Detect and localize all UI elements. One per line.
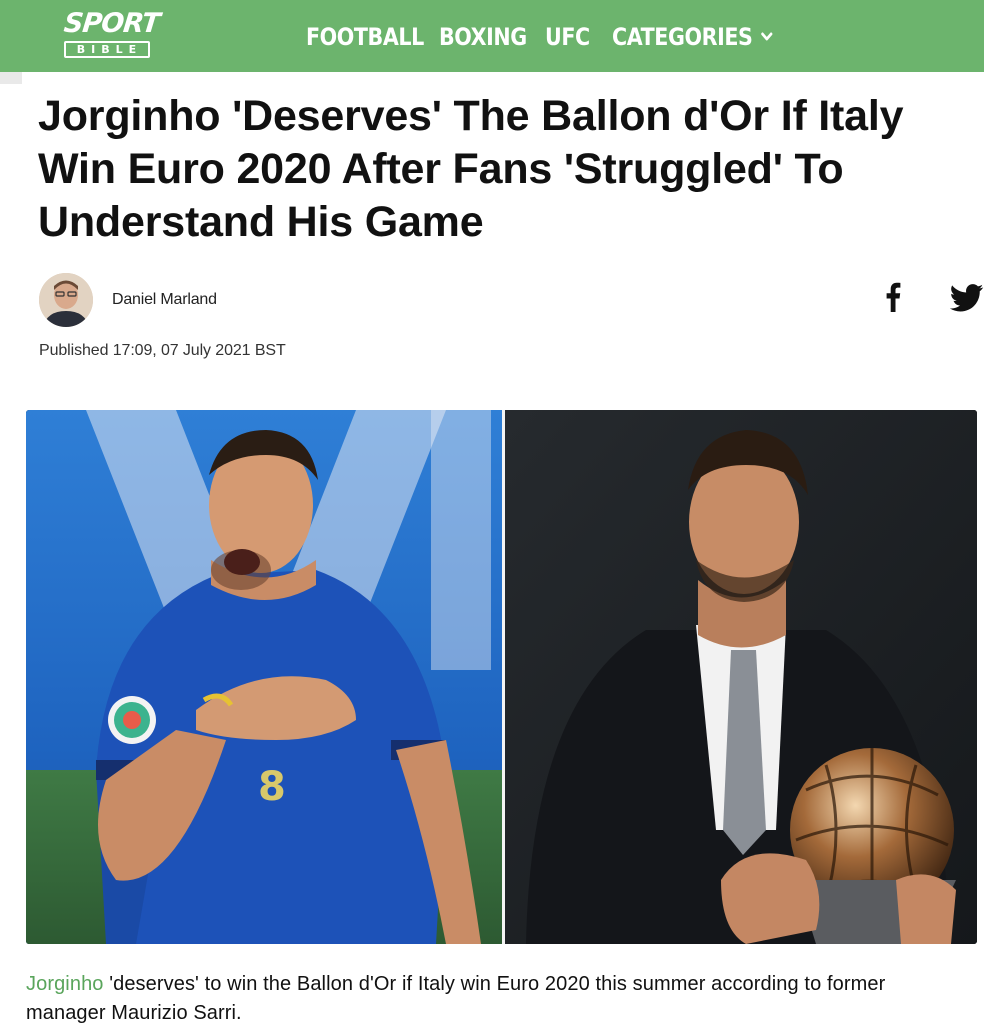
chevron-down-icon (761, 32, 773, 41)
published-date: Published 17:09, 07 July 2021 BST (39, 342, 286, 359)
nav-item-ufc[interactable]: UFC (545, 23, 590, 51)
article-hero-image[interactable]: 8 (26, 410, 977, 944)
left-photo-panel: 8 (26, 410, 502, 944)
nav-item-label: BOXING (439, 23, 527, 51)
logo-sport-text: SPORT (62, 8, 161, 39)
right-photo-panel (505, 410, 977, 944)
site-header: SPORT BIBLE FOOTBALL BOXING UFC CATEGORI… (0, 0, 984, 72)
logo-bible-text: BIBLE (64, 41, 150, 58)
article-headline: Jorginho 'Deserves' The Ballon d'Or If I… (38, 92, 904, 246)
nav-item-categories[interactable]: CATEGORIES (612, 23, 773, 51)
caption-text: 'deserves' to win the Ballon d'Or if Ita… (26, 973, 886, 1024)
header-divider (0, 72, 22, 84)
author-name[interactable]: Daniel Marland (112, 291, 217, 309)
svg-text:8: 8 (258, 764, 286, 810)
author-avatar[interactable] (39, 273, 93, 327)
image-caption: Jorginho 'deserves' to win the Ballon d'… (26, 970, 956, 1028)
nav-item-label: CATEGORIES (612, 23, 753, 51)
nav-item-label: FOOTBALL (306, 23, 424, 51)
caption-link-jorginho[interactable]: Jorginho (26, 973, 104, 995)
facebook-icon[interactable] (883, 282, 903, 312)
nav-item-label: UFC (545, 23, 590, 51)
sportbible-logo[interactable]: SPORT BIBLE (62, 8, 161, 60)
nav-item-football[interactable]: FOOTBALL (306, 23, 424, 51)
nav-item-boxing[interactable]: BOXING (439, 23, 527, 51)
twitter-icon[interactable] (950, 284, 984, 312)
